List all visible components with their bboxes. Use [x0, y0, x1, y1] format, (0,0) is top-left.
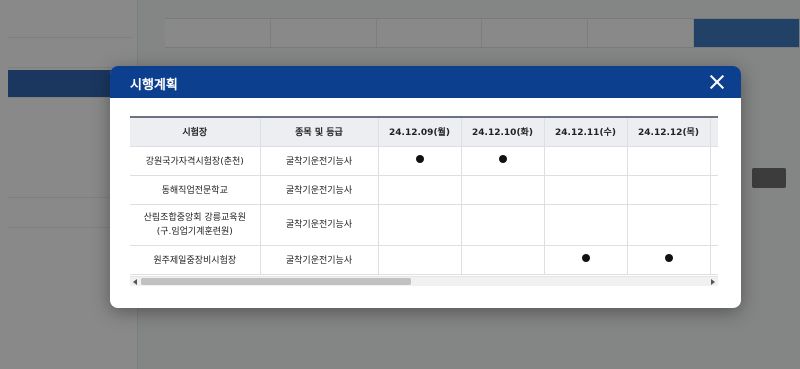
schedule-table-container[interactable]: 시험장 종목 및 등급 24.12.09(월) 24.12.10(화) 24.1… [130, 116, 718, 276]
cell-date-3 [543, 174, 628, 205]
table-row: 강원국가자격시험장(춘천) 굴착기운전기능사 [130, 145, 718, 176]
cell-date-1 [377, 174, 462, 205]
cell-exam: 굴착기운전기능사 [259, 244, 379, 275]
cell-overflow [709, 174, 718, 205]
column-header-date-1: 24.12.09(월) [377, 116, 462, 147]
table-row: 산림조합중앙회 강릉교육원 (구.임업기계훈련원) 굴착기운전기능사 [130, 203, 718, 246]
cell-date-2 [460, 174, 545, 205]
scheduled-dot-icon [581, 254, 590, 262]
cell-overflow [709, 145, 718, 176]
cell-site: 원주제일중장비시험장 [130, 244, 261, 275]
column-header-exam: 종목 및 등급 [259, 116, 379, 147]
scheduled-dot-icon [498, 155, 507, 163]
cell-site: 산림조합중앙회 강릉교육원 (구.임업기계훈련원) [130, 203, 261, 246]
column-header-date-3: 24.12.11(수) [543, 116, 628, 147]
scrollbar-thumb[interactable] [141, 278, 411, 285]
cell-date-1 [377, 244, 462, 275]
cell-date-4 [626, 244, 711, 275]
scheduled-dot-icon [664, 254, 673, 262]
column-header-date-4: 24.12.12(목) [626, 116, 711, 147]
cell-date-3 [543, 203, 628, 246]
cell-date-2 [460, 145, 545, 176]
cell-site: 동해직업전문학교 [130, 174, 261, 205]
cell-date-3 [543, 244, 628, 275]
cell-date-4 [626, 145, 711, 176]
cell-overflow [709, 244, 718, 275]
site-name: 산림조합중앙회 강릉교육원 [143, 212, 246, 223]
modal-header: 시행계획 [110, 66, 741, 98]
cell-date-3 [543, 145, 628, 176]
site-name: 강원국가자격시험장(춘천) [145, 157, 244, 167]
cell-date-2 [460, 203, 545, 246]
table-row: 원주제일중장비시험장 굴착기운전기능사 [130, 244, 718, 275]
cell-date-1 [377, 203, 462, 246]
table-row: 동해직업전문학교 굴착기운전기능사 [130, 174, 718, 205]
site-name: 동해직업전문학교 [161, 186, 228, 196]
arrow-left-icon[interactable] [133, 279, 137, 285]
column-header-overflow [709, 116, 718, 147]
cell-exam: 굴착기운전기능사 [259, 145, 379, 176]
table-header-row: 시험장 종목 및 등급 24.12.09(월) 24.12.10(화) 24.1… [130, 116, 718, 147]
column-header-site: 시험장 [130, 116, 261, 147]
cell-exam: 굴착기운전기능사 [259, 203, 379, 246]
schedule-table: 시험장 종목 및 등급 24.12.09(월) 24.12.10(화) 24.1… [130, 116, 718, 275]
cell-date-1 [377, 145, 462, 176]
close-icon[interactable] [709, 74, 725, 90]
column-header-date-2: 24.12.10(화) [460, 116, 545, 147]
horizontal-scrollbar[interactable] [130, 276, 718, 286]
cell-date-2 [460, 244, 545, 275]
modal-title: 시행계획 [130, 78, 178, 93]
site-name-line2: (구.임업기계훈련원) [156, 226, 233, 237]
cell-date-4 [626, 174, 711, 205]
cell-exam: 굴착기운전기능사 [259, 174, 379, 205]
scheduled-dot-icon [415, 155, 424, 163]
cell-date-4 [626, 203, 711, 246]
cell-site: 강원국가자격시험장(춘천) [130, 145, 261, 176]
schedule-modal: 시행계획 시험장 종목 및 등급 24.12.09(월) 24.12.10(화)… [110, 66, 741, 308]
arrow-right-icon[interactable] [711, 279, 715, 285]
cell-overflow [709, 203, 718, 246]
site-name: 원주제일중장비시험장 [153, 256, 237, 266]
